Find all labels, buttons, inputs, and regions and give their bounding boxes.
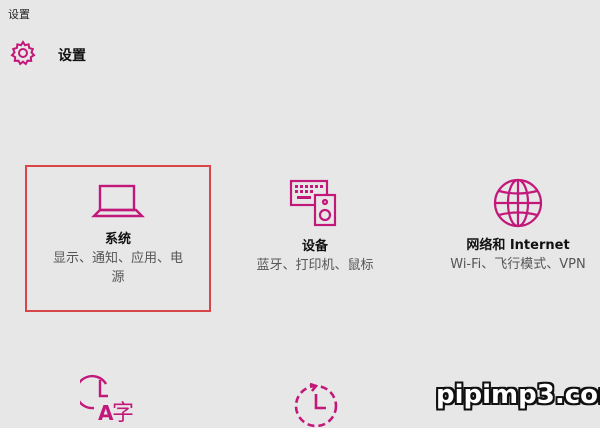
tile-system-desc-1: 显示、通知、应用、电	[52, 251, 183, 266]
tile-network-desc: Wi-Fi、飞行模式、VPN	[450, 257, 586, 272]
tile-system-name: 系统	[104, 232, 131, 247]
laptop-icon	[91, 184, 145, 218]
watermark: pipimp3.com	[436, 380, 600, 410]
tile-network[interactable]: 网络和 Internet Wi-Fi、飞行模式、VPN	[428, 176, 600, 274]
tile-time-language[interactable]: A 字	[80, 374, 140, 424]
gear-icon	[10, 40, 36, 66]
keyboard-speaker-icon	[289, 179, 337, 227]
tile-network-name: 网络和 Internet	[466, 238, 570, 253]
tile-devices[interactable]: 设备 蓝牙、打印机、鼠标	[225, 177, 405, 275]
svg-text:字: 字	[112, 401, 134, 424]
window-title: 设置	[8, 8, 30, 21]
globe-icon	[493, 178, 543, 228]
tile-devices-desc: 蓝牙、打印机、鼠标	[256, 258, 374, 273]
tile-devices-name: 设备	[301, 239, 328, 254]
update-clock-icon	[294, 382, 338, 428]
tile-system[interactable]: 系统 显示、通知、应用、电 源	[28, 182, 208, 287]
page-title: 设置	[58, 48, 86, 64]
tile-update-security[interactable]	[286, 378, 346, 428]
tile-system-desc-2: 源	[111, 270, 125, 285]
language-time-icon: A 字	[80, 374, 134, 424]
